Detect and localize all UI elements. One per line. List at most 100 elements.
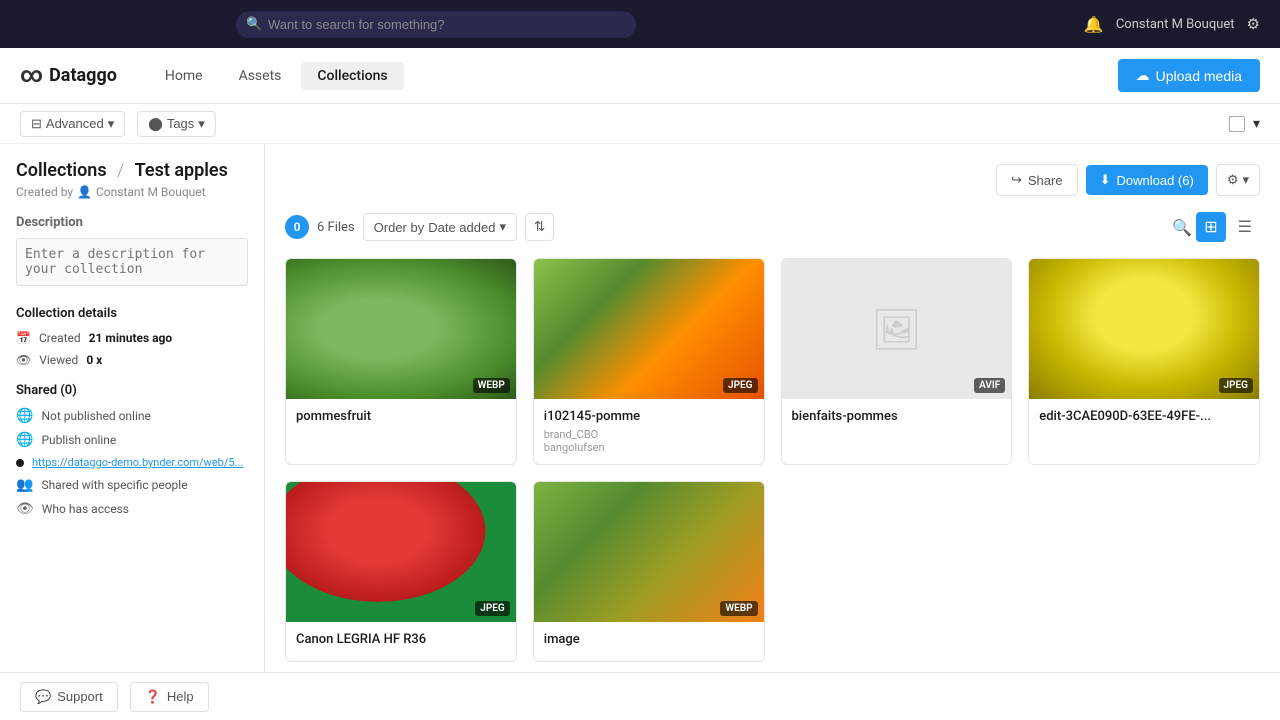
viewed-detail: 👁 Viewed 0 x xyxy=(16,353,248,367)
search-icon: 🔍 xyxy=(246,17,262,32)
file-card[interactable]: JPEG Canon LEGRIA HF R36 xyxy=(285,481,517,662)
description-section: Description xyxy=(16,215,248,290)
help-icon: ❓ xyxy=(145,689,161,705)
nav-link-home[interactable]: Home xyxy=(149,62,219,90)
toolbar-right: ▾ xyxy=(1229,116,1260,132)
card-body: i102145-pomme brand_CBO bangolufsen xyxy=(534,399,764,464)
grid-view-button[interactable]: ⊞ xyxy=(1196,212,1225,242)
logo-icon: ∞ xyxy=(20,63,43,88)
card-thumbnail: WEBP xyxy=(286,259,516,399)
shared-heading: Shared (0) xyxy=(16,383,248,398)
file-format-badge: JPEG xyxy=(723,378,757,393)
calendar-icon: 📅 xyxy=(16,331,31,345)
card-title: bienfaits-pommes xyxy=(792,409,1002,424)
description-heading: Description xyxy=(16,215,248,230)
order-by-button[interactable]: Order by Date added ▾ xyxy=(363,213,517,241)
card-thumbnail: JPEG xyxy=(286,482,516,622)
chevron-down-order: ▾ xyxy=(499,219,506,235)
download-icon: ⬇ xyxy=(1100,172,1111,188)
gear-icon-collection: ⚙ xyxy=(1227,172,1239,188)
nav-link-assets[interactable]: Assets xyxy=(223,62,298,90)
filter-icon: ⊟ xyxy=(31,116,42,132)
file-format-badge: WEBP xyxy=(473,378,510,393)
breadcrumb-current: Test apples xyxy=(135,160,228,181)
placeholder-icon: 🖼 xyxy=(871,306,922,353)
files-toolbar: 0 6 Files Order by Date added ▾ ⇅ 🔍 ⊞ ☰ xyxy=(285,212,1260,242)
toggle-icon: ⬤ xyxy=(148,116,163,132)
download-button[interactable]: ⬇ Download (6) xyxy=(1086,165,1208,195)
main-content: ↪ Share ⬇ Download (6) ⚙ ▾ 0 6 Files Ord… xyxy=(265,144,1280,672)
creator-name: Constant M Bouquet xyxy=(96,185,206,199)
order-by-label: Order by xyxy=(374,220,425,235)
shared-link-item[interactable]: https://dataggo-demo.bynder.com/web/5... xyxy=(16,456,248,469)
card-title: Canon LEGRIA HF R36 xyxy=(296,632,506,647)
collection-settings-button[interactable]: ⚙ ▾ xyxy=(1216,164,1260,196)
tags-button[interactable]: ⬤ Tags ▾ xyxy=(137,111,216,137)
file-card[interactable]: WEBP pommesfruit xyxy=(285,258,517,465)
files-grid: WEBP pommesfruit JPEG i102145-pomme bran… xyxy=(285,258,1260,662)
support-icon: 💬 xyxy=(35,689,51,705)
order-value: Date added xyxy=(428,220,495,235)
help-button[interactable]: ❓ Help xyxy=(130,682,209,712)
file-format-badge: WEBP xyxy=(720,601,757,616)
card-meta2: bangolufsen xyxy=(544,441,754,454)
dot-icon xyxy=(16,459,24,467)
support-button[interactable]: 💬 Support xyxy=(20,682,118,712)
chevron-down-icon: ▾ xyxy=(108,116,115,132)
shared-people-label: Shared with specific people xyxy=(41,478,187,492)
breadcrumb-separator: / xyxy=(117,160,129,181)
chevron-down-settings: ▾ xyxy=(1242,172,1249,188)
chevron-down-icon-toolbar[interactable]: ▾ xyxy=(1253,116,1260,132)
file-card[interactable]: JPEG edit-3CAE090D-63EE-49FE-... xyxy=(1028,258,1260,465)
card-thumbnail: 🖼 AVIF xyxy=(782,259,1012,399)
card-meta: brand_CBO bangolufsen xyxy=(544,428,754,454)
footer: 💬 Support ❓ Help xyxy=(0,672,1280,720)
card-body: bienfaits-pommes xyxy=(782,399,1012,438)
card-thumbnail: JPEG xyxy=(1029,259,1259,399)
created-label: Created xyxy=(39,331,81,345)
nav-link-collections[interactable]: Collections xyxy=(301,62,403,90)
top-bar: 🔍 🔔 Constant M Bouquet ⚙ xyxy=(0,0,1280,48)
search-input[interactable] xyxy=(236,11,636,38)
advanced-button[interactable]: ⊟ Advanced ▾ xyxy=(20,111,125,137)
not-published-item[interactable]: 🌐 Not published online xyxy=(16,408,248,424)
sort-order-button[interactable]: ⇅ xyxy=(525,213,554,241)
not-published-label: Not published online xyxy=(41,409,150,423)
card-title: image xyxy=(544,632,754,647)
user-name: Constant M Bouquet xyxy=(1116,17,1235,32)
share-button[interactable]: ↪ Share xyxy=(996,164,1078,196)
file-card[interactable]: WEBP image xyxy=(533,481,765,662)
file-format-badge: JPEG xyxy=(475,601,509,616)
card-body: pommesfruit xyxy=(286,399,516,438)
eye-icon: 👁 xyxy=(16,353,31,367)
publish-icon: 🌐 xyxy=(16,432,33,448)
checkbox-icon[interactable] xyxy=(1229,116,1245,132)
list-view-button[interactable]: ☰ xyxy=(1230,212,1260,242)
card-meta1: brand_CBO xyxy=(544,428,754,441)
upload-media-button[interactable]: ☁ Upload media xyxy=(1118,59,1260,92)
who-access-item[interactable]: 👁 Who has access xyxy=(16,501,248,517)
card-title: pommesfruit xyxy=(296,409,506,424)
files-count-label: 6 Files xyxy=(317,220,355,235)
card-title: edit-3CAE090D-63EE-49FE-... xyxy=(1039,409,1249,424)
breadcrumb: Collections / Test apples xyxy=(16,160,248,181)
search-bar: 🔍 xyxy=(236,11,636,38)
main-actions: ↪ Share ⬇ Download (6) ⚙ ▾ xyxy=(996,164,1260,196)
file-format-badge: AVIF xyxy=(974,378,1005,393)
card-title: i102145-pomme xyxy=(544,409,754,424)
gear-icon[interactable]: ⚙ xyxy=(1247,15,1260,33)
main-header: ↪ Share ⬇ Download (6) ⚙ ▾ xyxy=(285,164,1260,196)
access-icon: 👁 xyxy=(16,501,34,517)
shared-people-item[interactable]: 👥 Shared with specific people xyxy=(16,477,248,493)
search-icon-files[interactable]: 🔍 xyxy=(1172,218,1192,237)
file-card[interactable]: JPEG i102145-pomme brand_CBO bangolufsen xyxy=(533,258,765,465)
description-input[interactable] xyxy=(16,238,248,286)
file-card[interactable]: 🖼 AVIF bienfaits-pommes xyxy=(781,258,1013,465)
created-by-line: Created by 👤 Constant M Bouquet xyxy=(16,185,248,199)
group-icon: 👥 xyxy=(16,477,33,493)
bell-icon[interactable]: 🔔 xyxy=(1084,15,1104,34)
shared-url[interactable]: https://dataggo-demo.bynder.com/web/5... xyxy=(32,456,243,469)
card-body: image xyxy=(534,622,764,661)
publish-online-item[interactable]: 🌐 Publish online xyxy=(16,432,248,448)
breadcrumb-root: Collections xyxy=(16,160,107,181)
